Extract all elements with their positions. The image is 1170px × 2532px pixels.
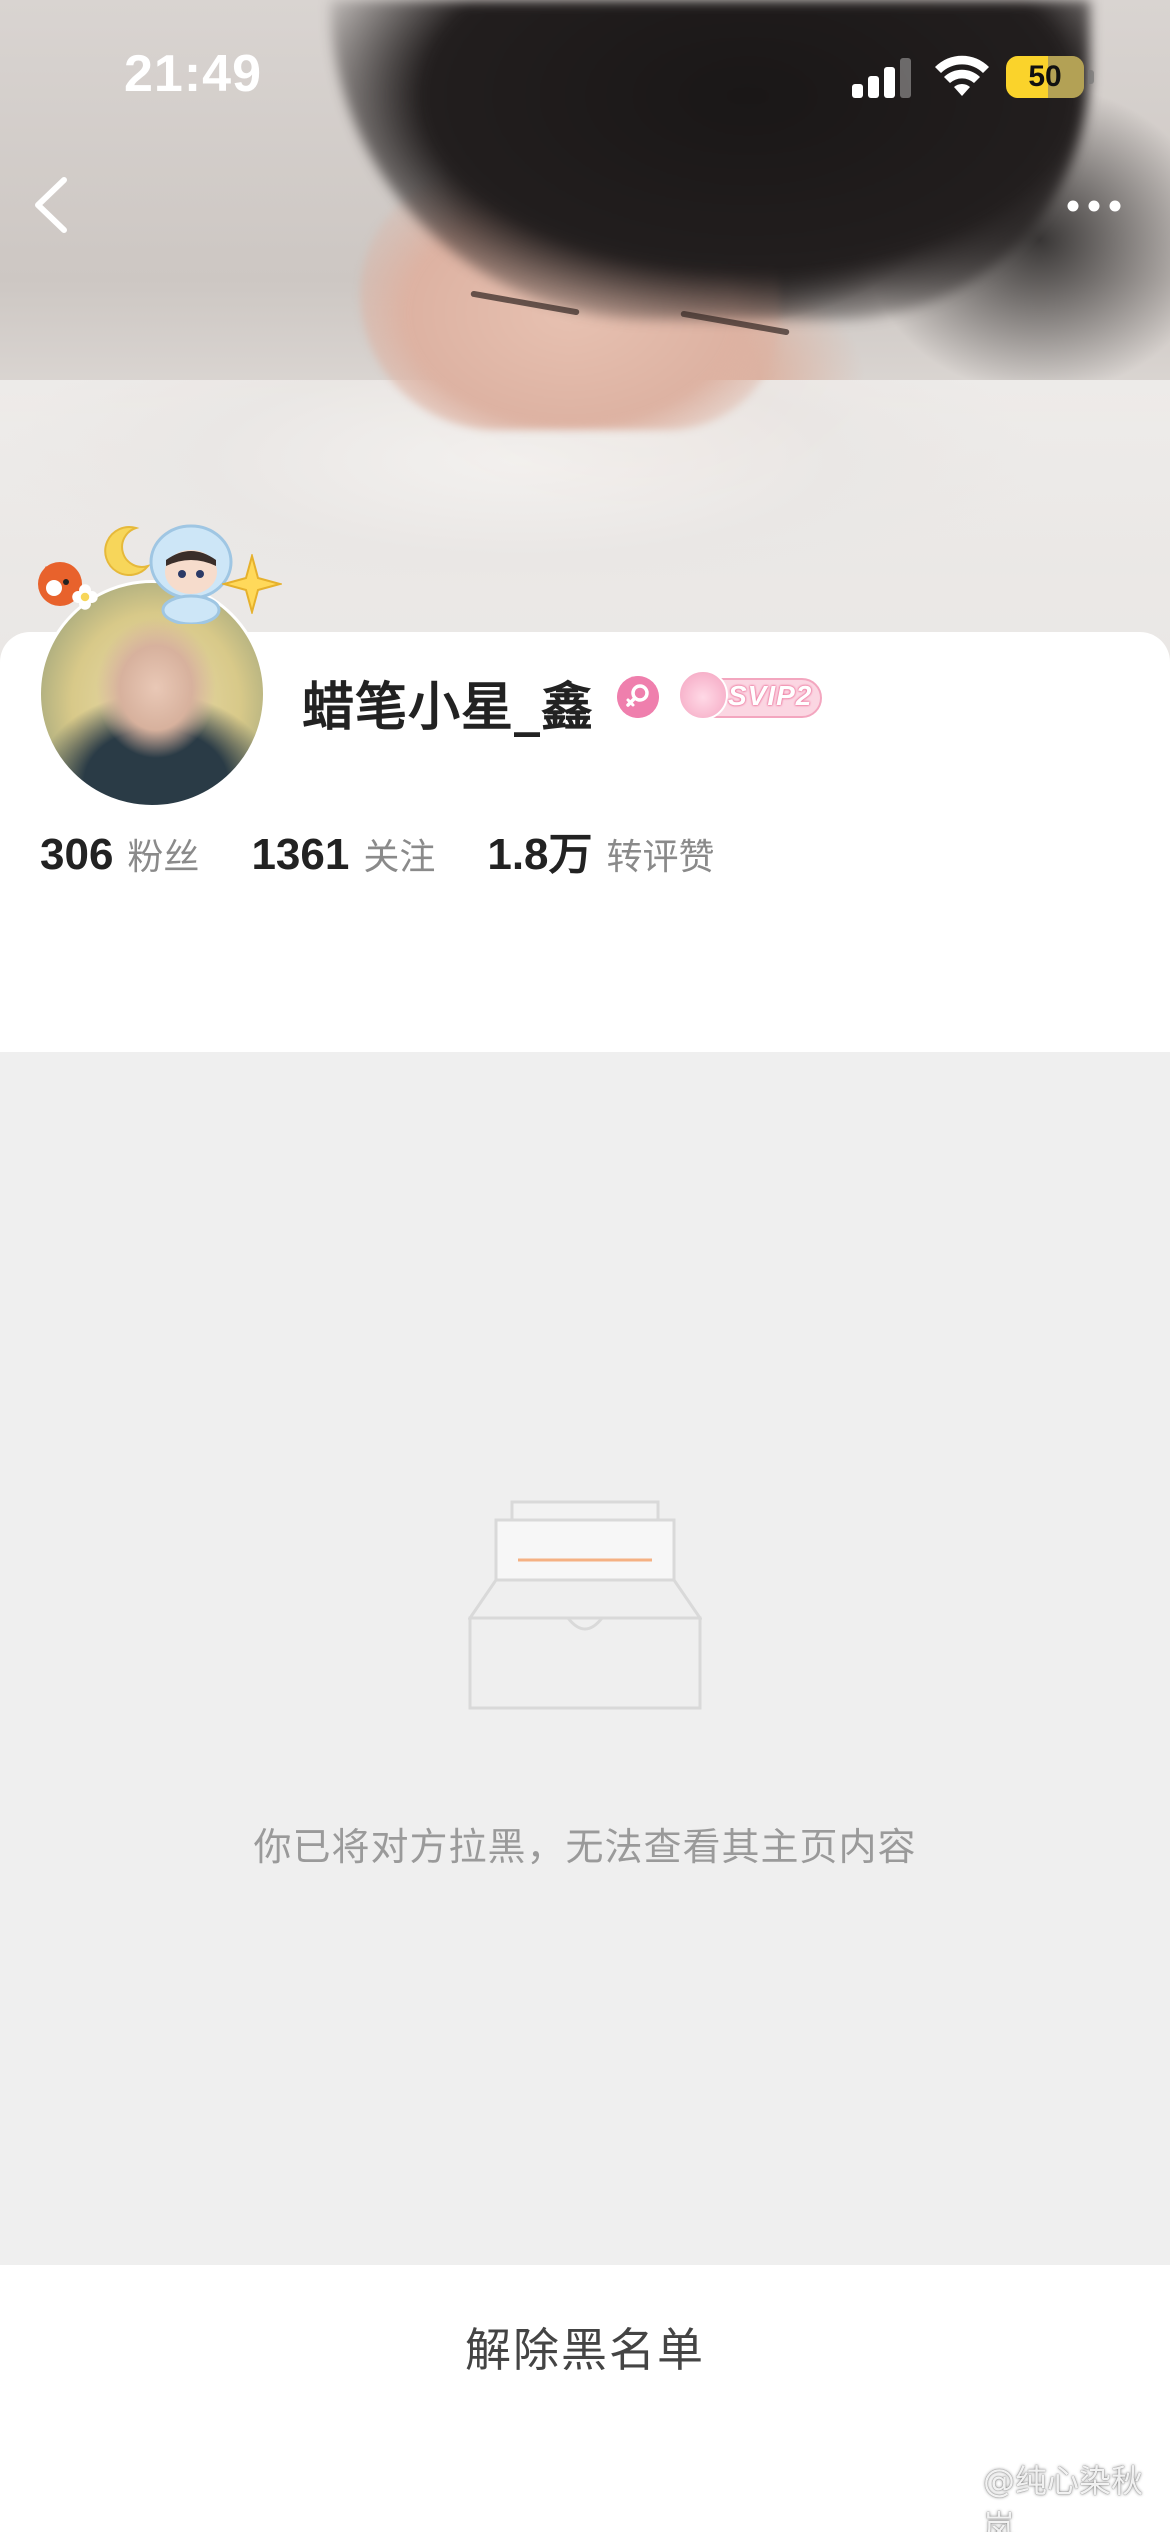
- empty-inbox-icon: [468, 1500, 702, 1710]
- svip-label: SVIP2: [728, 680, 813, 711]
- profile-page: 21:49 50 蜡笔小星_鑫 SVIP2 306 粉丝 1361 关注 1.8…: [0, 0, 1170, 2532]
- sparkle-decoration-icon: [222, 554, 282, 614]
- blocked-message: 你已将对方拉黑，无法查看其主页内容: [253, 1825, 917, 1869]
- back-button[interactable]: [22, 170, 82, 240]
- stat-following[interactable]: 1361 关注: [251, 828, 435, 880]
- more-button[interactable]: [1060, 180, 1130, 230]
- stat-label: 关注: [363, 837, 436, 878]
- watermark-text: @纯心染秋岚: [982, 2462, 1143, 2532]
- unblock-button[interactable]: 解除黑名单: [335, 2310, 835, 2390]
- female-gender-icon: [617, 676, 659, 718]
- more-dots-icon: [1067, 200, 1121, 212]
- pig-mascot-icon: [678, 670, 728, 720]
- battery-icon: 50: [1006, 56, 1084, 98]
- flower-decoration-icon: [72, 584, 98, 610]
- stat-value: 306: [40, 830, 114, 879]
- wifi-icon: [935, 55, 989, 96]
- avatar-with-frame[interactable]: [28, 520, 288, 808]
- battery-level: 50: [1028, 60, 1062, 93]
- stat-value: 1361: [251, 830, 350, 879]
- status-bar: 21:49 50: [0, 0, 1170, 150]
- cellular-signal-icon: [852, 58, 914, 98]
- stat-label: 粉丝: [127, 837, 200, 878]
- watermark: @纯心染秋岚: [940, 2462, 1170, 2532]
- username: 蜡笔小星_鑫: [302, 678, 595, 738]
- stat-reposts-comments-likes[interactable]: 1.8万 转评赞: [487, 818, 714, 882]
- svip-badge[interactable]: SVIP2: [678, 670, 826, 724]
- weibo-logo-icon: [941, 2489, 977, 2517]
- chevron-left-icon: [35, 177, 67, 233]
- stat-label: 转评赞: [606, 837, 715, 878]
- stat-followers[interactable]: 306 粉丝: [40, 828, 199, 880]
- battery-tip: [1088, 70, 1094, 84]
- profile-stats: 306 粉丝 1361 关注 1.8万 转评赞: [40, 818, 767, 880]
- status-time: 21:49: [124, 45, 262, 103]
- stat-value: 1.8万: [487, 830, 593, 879]
